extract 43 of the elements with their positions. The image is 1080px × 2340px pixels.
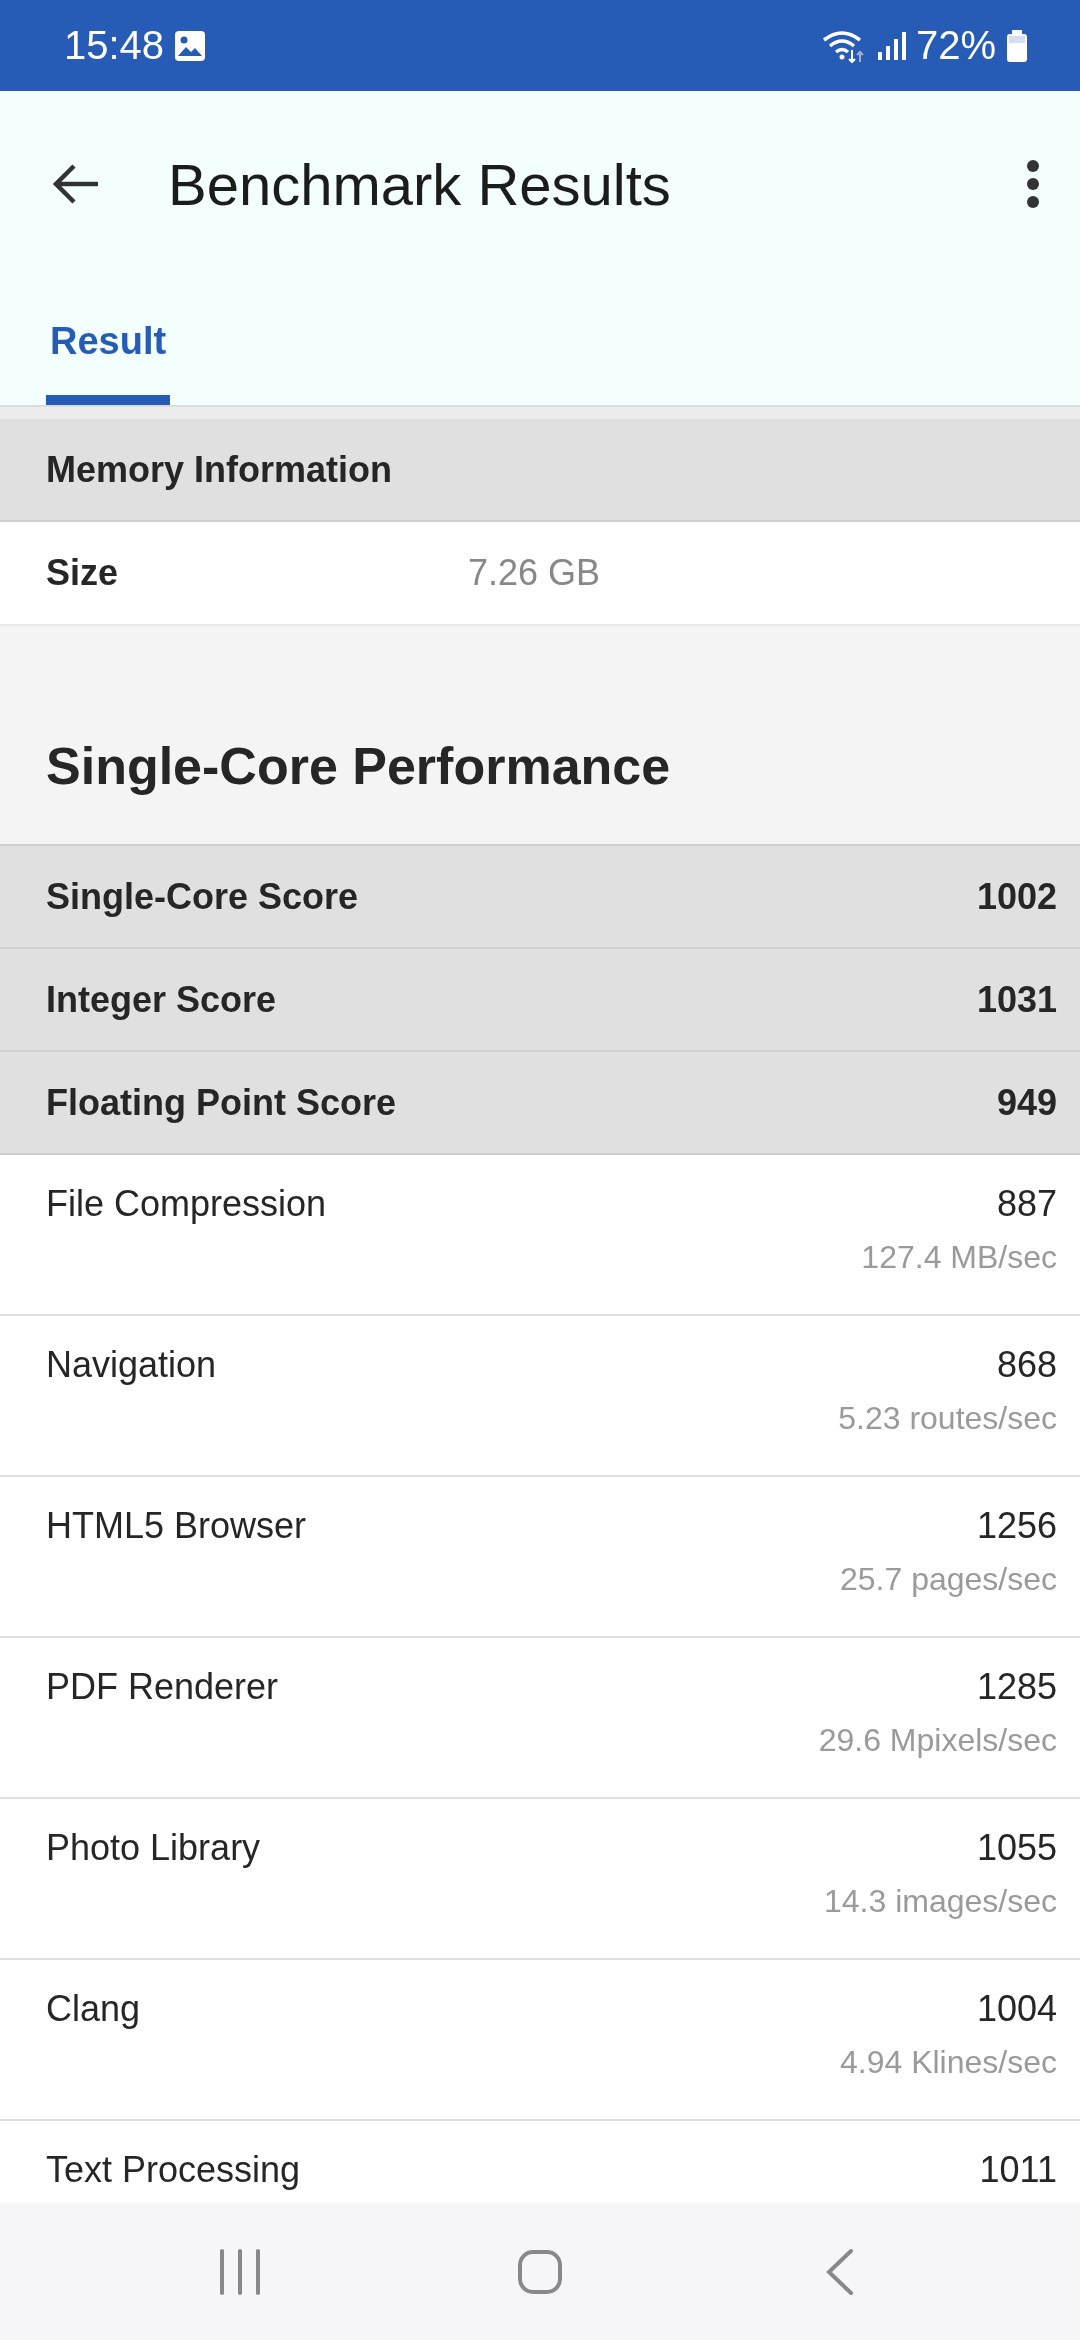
info-label: Size [46,552,120,594]
test-score: 1285 [976,1666,1057,1708]
score-label: Single-Core Score [46,875,359,918]
test-score: 1004 [976,1988,1057,2030]
info-value: 7.26 GB [468,552,601,594]
battery-text: 72% [915,23,996,68]
test-score: 887 [996,1183,1057,1225]
test-rate: 4.94 Klines/sec [839,2044,1057,2081]
test-name: Navigation [46,1344,217,1386]
more-options-button[interactable] [1026,159,1040,209]
test-rate: 127.4 MB/sec [860,1239,1057,1276]
score-value: 949 [996,1081,1057,1124]
home-icon [517,2248,563,2295]
test-score: 1256 [976,1505,1057,1547]
test-rate: 14.3 images/sec [823,1883,1057,1920]
recent-apps-icon [218,2248,262,2295]
test-name: Photo Library [46,1827,261,1869]
header-text: Memory Information [46,448,393,491]
chevron-left-icon [825,2247,855,2296]
test-rate: 5.23 routes/sec [837,1400,1057,1437]
test-name: PDF Renderer [46,1666,279,1708]
clock-text: 15:48 [64,23,165,68]
gallery-icon [174,29,207,62]
back-arrow-icon [52,162,100,206]
test-name: Text Processing [46,2149,301,2191]
test-score: 1055 [976,1827,1057,1869]
test-name: File Compression [46,1183,327,1225]
more-options-icon [1026,159,1040,209]
test-score: 868 [996,1344,1057,1386]
battery-icon [1006,28,1028,63]
signal-icon [875,29,906,62]
test-rate: 29.6 Mpixels/sec [817,1722,1057,1759]
score-label: Floating Point Score [46,1081,396,1124]
score-value: 1031 [976,978,1057,1021]
score-label: Integer Score [46,978,277,1021]
back-button[interactable] [52,162,100,206]
test-name: Clang [46,1988,141,2030]
screen-title: Benchmark Results [168,150,672,218]
test-rate: 25.7 pages/sec [838,1561,1057,1598]
section-title: Single-Core Performance [46,736,671,796]
test-score: 1011 [979,2149,1057,2191]
test-name: HTML5 Browser [46,1505,307,1547]
score-value: 1002 [976,875,1057,918]
